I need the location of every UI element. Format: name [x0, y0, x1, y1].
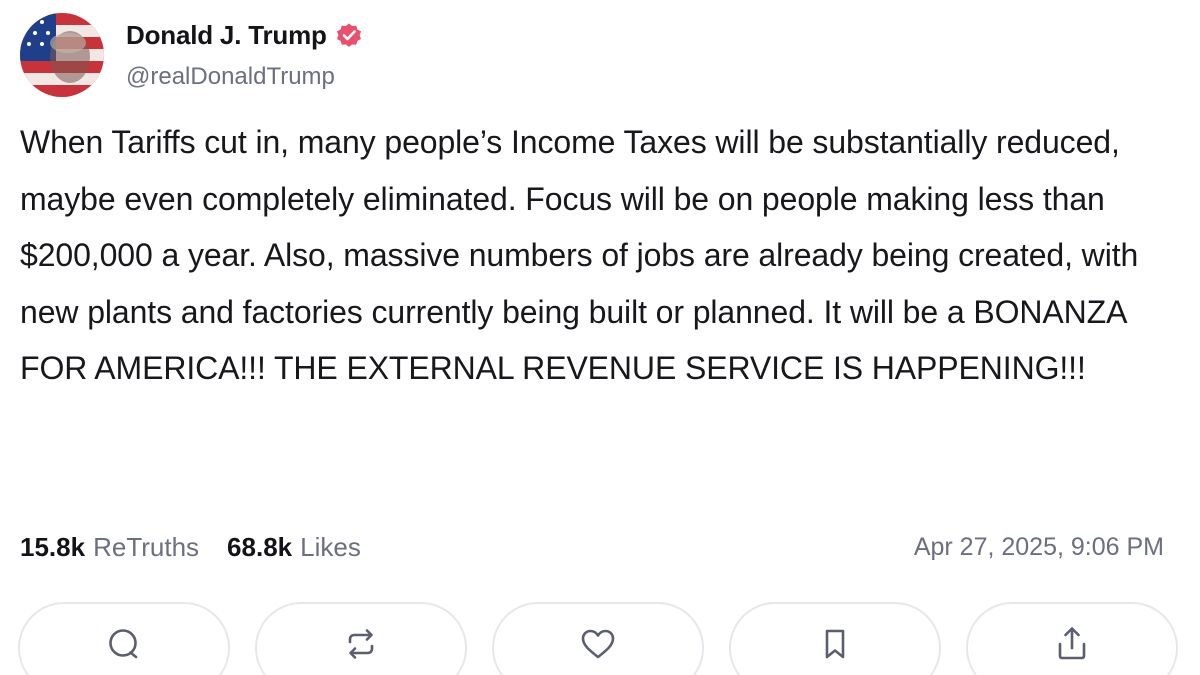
reply-button[interactable]: [18, 602, 230, 675]
retruths-label[interactable]: ReTruths: [93, 532, 199, 563]
share-icon: [1052, 624, 1092, 675]
post-text: When Tariffs cut in, many people’s Incom…: [20, 124, 1139, 386]
action-bar: [18, 602, 1178, 675]
avatar-image: [20, 13, 104, 97]
retruth-button[interactable]: [255, 602, 467, 675]
author-handle[interactable]: @realDonaldTrump: [126, 63, 363, 91]
bookmark-button[interactable]: [729, 602, 941, 675]
like-icon: [578, 624, 618, 675]
display-name[interactable]: Donald J. Trump: [126, 20, 327, 51]
post-header: Donald J. Trump @realDonaldTrump: [20, 0, 1180, 104]
share-button[interactable]: [966, 602, 1178, 675]
reply-icon: [104, 624, 144, 675]
post-timestamp[interactable]: Apr 27, 2025, 9:06 PM: [914, 533, 1164, 562]
likes-count[interactable]: 68.8k: [227, 532, 292, 563]
truth-post: Donald J. Trump @realDonaldTrump When Ta…: [0, 0, 1200, 675]
author-names: Donald J. Trump @realDonaldTrump: [126, 20, 363, 91]
retruths-count[interactable]: 15.8k: [20, 532, 85, 563]
likes-label[interactable]: Likes: [300, 532, 361, 563]
name-row: Donald J. Trump: [126, 20, 363, 51]
post-stats: 15.8k ReTruths 68.8k Likes Apr 27, 2025,…: [20, 525, 1164, 569]
verified-badge-icon: [335, 21, 363, 49]
like-button[interactable]: [492, 602, 704, 675]
bookmark-icon: [815, 624, 855, 675]
avatar[interactable]: [20, 13, 104, 97]
retruth-icon: [341, 624, 381, 675]
